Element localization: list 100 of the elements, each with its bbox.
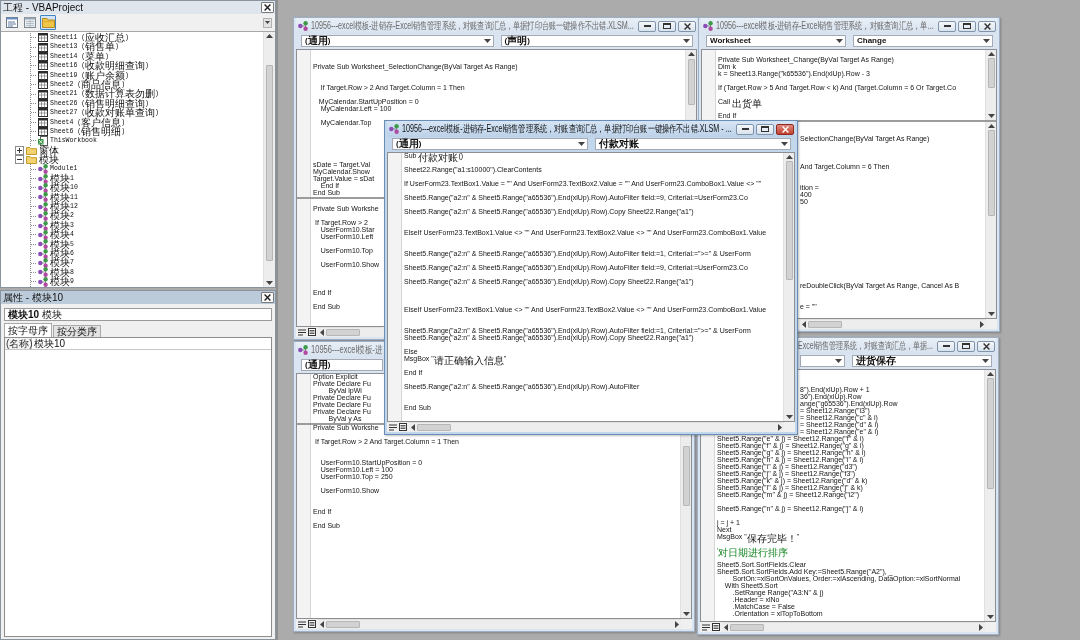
scrollbar-thumb[interactable] (266, 65, 273, 261)
scrollbar-thumb[interactable] (986, 378, 994, 490)
minimize-button[interactable] (937, 340, 955, 352)
caret-left-icon[interactable] (802, 321, 806, 328)
split-lines-icon[interactable] (712, 623, 720, 631)
caret-up-icon[interactable] (987, 52, 995, 56)
caret-down-icon[interactable] (266, 281, 273, 285)
horizontal-scrollbar[interactable] (318, 619, 681, 629)
minimize-button[interactable] (736, 123, 754, 135)
tree-item[interactable]: 窗体 (39, 145, 59, 156)
maximize-icon (761, 126, 769, 132)
object-dropdown[interactable]: (通用) (301, 359, 383, 371)
sheet-icon (38, 98, 48, 108)
maximize-button[interactable] (958, 20, 976, 32)
scrollbar-thumb[interactable] (987, 58, 995, 88)
caret-down-icon[interactable] (987, 312, 995, 316)
caret-right-icon[interactable] (675, 621, 679, 628)
sheet-icon (38, 80, 48, 90)
tab[interactable]: 按字母序 (4, 323, 52, 337)
minus-icon[interactable] (15, 155, 24, 165)
close-button[interactable] (261, 292, 274, 303)
split-lines-icon[interactable] (308, 620, 316, 628)
caret-down-icon[interactable] (682, 612, 690, 616)
lines-icon[interactable] (702, 623, 710, 631)
sheet-icon (38, 127, 48, 137)
caret-left-icon[interactable] (724, 624, 728, 631)
vertical-scrollbar[interactable] (985, 122, 996, 318)
procedure-dropdown[interactable]: 付款对账 (595, 138, 791, 150)
object-dropdown[interactable] (800, 355, 845, 367)
close-button[interactable] (978, 20, 996, 32)
toolbar-button[interactable] (40, 15, 56, 30)
procedure-dropdown[interactable]: 进货保存 (852, 355, 992, 367)
maximize-button[interactable] (756, 123, 774, 135)
close-button[interactable] (261, 2, 274, 13)
module-icon (38, 229, 48, 240)
scrollbar-thumb[interactable] (730, 624, 764, 631)
close-icon (264, 4, 271, 11)
caret-right-icon[interactable] (778, 424, 782, 431)
scrollbar-thumb[interactable] (687, 59, 695, 105)
split-lines-icon[interactable] (399, 423, 407, 431)
toolbar-button[interactable] (4, 15, 20, 30)
tab[interactable]: 按分类序 (53, 325, 101, 337)
object-dropdown[interactable]: Worksheet (706, 35, 846, 47)
lines-icon[interactable] (298, 620, 306, 628)
workbook-icon (38, 136, 48, 146)
scrollbar-thumb[interactable] (417, 424, 451, 431)
vertical-scrollbar[interactable] (985, 50, 996, 120)
plus-icon[interactable] (15, 145, 24, 155)
caret-down-icon[interactable] (785, 415, 793, 419)
object-dropdown[interactable]: 模块10 模块 (4, 308, 272, 321)
close-icon (983, 22, 991, 30)
maximize-button[interactable] (658, 20, 676, 32)
procedure-dropdown[interactable]: (声明) (500, 35, 693, 47)
caret-up-icon[interactable] (987, 124, 995, 128)
property-value[interactable]: 模块10 (32, 338, 271, 349)
close-button[interactable] (678, 20, 696, 32)
close-button[interactable] (776, 123, 794, 135)
maximize-button[interactable] (957, 340, 975, 352)
scrollbar-thumb[interactable] (785, 161, 793, 280)
horizontal-scrollbar[interactable] (409, 422, 784, 432)
scrollbar-thumb[interactable] (326, 621, 360, 628)
caret-up-icon[interactable] (986, 372, 994, 376)
horizontal-scrollbar[interactable] (722, 622, 985, 632)
caret-left-icon[interactable] (320, 329, 324, 336)
lines-icon[interactable] (389, 423, 397, 431)
caret-up-icon[interactable] (266, 34, 273, 38)
caret-left-icon[interactable] (320, 621, 324, 628)
minimize-button[interactable] (638, 20, 656, 32)
object-dropdown[interactable]: (通用) (301, 35, 494, 47)
vertical-scrollbar[interactable] (783, 153, 794, 421)
module-icon (38, 192, 48, 203)
lines-icon[interactable] (298, 328, 306, 336)
toolbar-button[interactable] (22, 15, 38, 30)
split-lines-icon[interactable] (308, 328, 316, 336)
vertical-scrollbar[interactable] (984, 370, 995, 621)
caret-down-icon[interactable] (987, 114, 995, 118)
object-dropdown[interactable]: (通用) (392, 138, 588, 150)
folder-icon (26, 155, 37, 165)
module-icon (298, 21, 308, 31)
tree-item[interactable]: 模块 (39, 155, 59, 165)
caret-up-icon[interactable] (687, 52, 695, 56)
horizontal-scrollbar[interactable] (318, 327, 382, 337)
scrollbar-thumb[interactable] (326, 329, 360, 336)
toolbar-overflow-button[interactable] (263, 17, 272, 28)
vertical-scrollbar[interactable] (263, 32, 275, 287)
caret-left-icon[interactable] (411, 424, 415, 431)
caret-right-icon[interactable] (980, 321, 984, 328)
caret-down-icon[interactable] (986, 615, 994, 619)
horizontal-scrollbar[interactable] (800, 319, 986, 329)
close-button[interactable] (977, 340, 995, 352)
sheet-icon (38, 89, 48, 99)
scrollbar-thumb[interactable] (987, 130, 995, 217)
caret-up-icon[interactable] (785, 155, 793, 159)
caret-right-icon[interactable] (979, 624, 983, 631)
scrollbar-thumb[interactable] (808, 321, 842, 328)
procedure-dropdown[interactable]: Change (853, 35, 993, 47)
close-icon (982, 342, 990, 350)
scrollbar-thumb[interactable] (682, 446, 690, 506)
window-title: 10956---excel模板-进 (311, 344, 383, 356)
minimize-button[interactable] (938, 20, 956, 32)
